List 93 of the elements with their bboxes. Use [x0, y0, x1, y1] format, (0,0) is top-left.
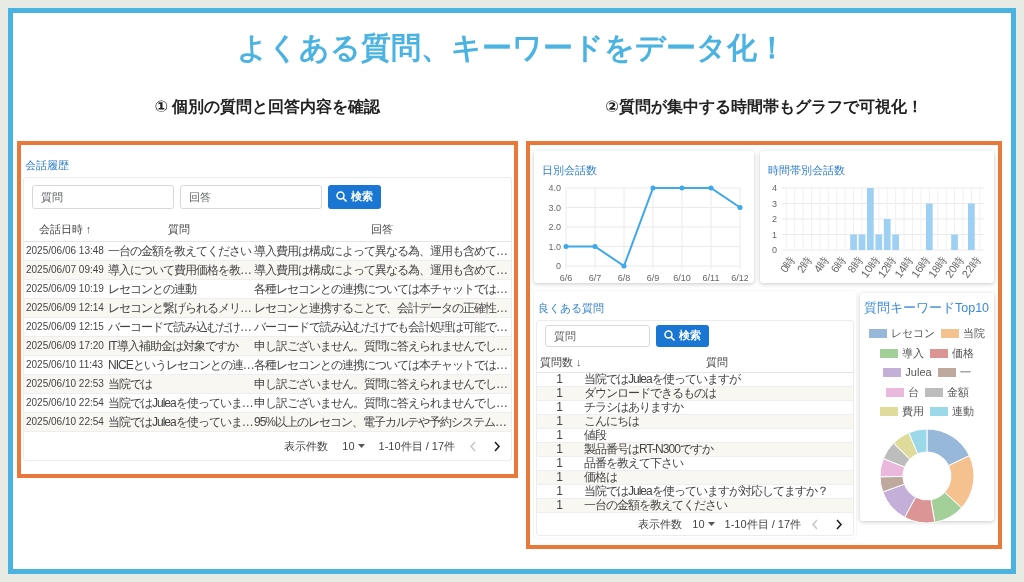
table-cell: 2025/06/10 22:54 — [24, 393, 106, 413]
legend-label: 金額 — [946, 384, 969, 400]
bar — [951, 234, 958, 250]
y-axis-label: 2 — [772, 213, 777, 224]
data-point — [592, 243, 598, 249]
search-icon — [664, 330, 675, 341]
legend-label: 当院 — [963, 326, 985, 342]
data-point — [737, 204, 743, 210]
table-cell: 1 — [537, 372, 581, 387]
table-cell: 1 — [537, 484, 581, 499]
legend-label: 導入 — [902, 345, 924, 361]
x-axis-label: 6/6 — [559, 272, 573, 283]
page-size-select[interactable]: 10 — [342, 437, 365, 455]
table-cell: 値段 — [581, 428, 853, 443]
search-button[interactable]: 検索 — [656, 324, 709, 347]
data-point — [650, 185, 656, 190]
search-field[interactable]: 質問 — [32, 184, 174, 209]
panel-title: 良くある質問 — [538, 300, 604, 316]
table-cell: レセコンとの連動 — [106, 279, 252, 299]
table-cell: 一台の金額を教えてください — [106, 241, 252, 261]
next-page-icon[interactable] — [493, 440, 501, 452]
search-button[interactable]: 検索 — [328, 184, 381, 209]
y-axis-label: 0 — [556, 260, 561, 271]
x-axis-label: 6/9 — [646, 272, 660, 283]
table-cell: バーコードで読み込むだけでも会計処理は可能で… — [252, 317, 511, 337]
legend-label: レセコン — [891, 326, 935, 342]
table-cell: 当院ではJuleaを使っていますが — [581, 372, 853, 387]
data-point — [563, 243, 569, 249]
table-cell: 導入費用は構成によって異なる為、運用も含めて… — [252, 241, 511, 261]
table-cell: 各種レセコンとの連携については本チャットでは… — [252, 355, 511, 375]
table-cell: 品番を教えて下さい — [581, 456, 853, 471]
legend-label: 台 — [907, 384, 919, 400]
legend-label: 価格 — [952, 345, 974, 361]
search-icon — [336, 191, 347, 202]
table-cell: 各種レセコンとの連携については本チャットでは… — [252, 279, 511, 299]
legend-label: 一 — [959, 365, 971, 381]
column-header[interactable]: 質問 — [581, 351, 853, 373]
y-axis-label: 2.0 — [548, 221, 561, 232]
page-title: よくある質問、キーワードをデータ化！ — [236, 30, 788, 66]
table-cell: 2025/06/09 10:19 — [24, 279, 106, 299]
data-point — [679, 185, 685, 190]
x-axis-label: 6/11 — [702, 272, 720, 283]
x-axis-label: 6/8 — [617, 272, 631, 283]
column-header[interactable]: 質問 — [106, 216, 252, 242]
page-range: 1-10件目 / 17件 — [724, 516, 801, 532]
sort-icon[interactable]: ↑ — [85, 222, 92, 235]
search-field[interactable]: 質問 — [545, 324, 650, 347]
caret-icon — [357, 444, 365, 448]
chart-title: 日別会話数 — [542, 162, 597, 178]
legend-label: Julea — [905, 365, 932, 381]
table-cell: バーコードで読み込むだけ… — [106, 317, 252, 337]
column-header[interactable]: 質問数 ↓ — [537, 351, 581, 373]
table-cell: チラシはありますか — [581, 400, 853, 415]
table-cell: 当院ではJuleaを使っていま… — [106, 393, 252, 413]
panel-title: 会話履歴 — [25, 157, 69, 173]
section-heading: ① 個別の質問と回答内容を確認 — [154, 96, 381, 116]
y-axis-label: 1 — [772, 229, 777, 239]
page-size-label: 表示件数 — [638, 516, 683, 532]
page-size-select[interactable]: 10 — [692, 515, 715, 533]
y-axis-label: 4 — [772, 182, 777, 193]
bar — [968, 203, 975, 250]
column-header[interactable]: 回答 — [252, 216, 511, 242]
section-heading: ②質問が集中する時間帯もグラフで可視化！ — [605, 96, 923, 116]
table-cell: 2025/06/06 13:48 — [24, 241, 106, 261]
x-axis-label: 6/10 — [673, 272, 691, 283]
x-axis-label: 6/7 — [588, 272, 602, 283]
x-axis-label: 6/12 — [731, 272, 748, 283]
legend-label: 連動 — [952, 404, 974, 420]
y-axis-label: 4.0 — [548, 182, 561, 193]
data-point — [708, 185, 714, 190]
chart-title: 質問キーワードTop10 — [864, 299, 990, 317]
caret-icon — [707, 522, 715, 526]
table-cell: 2025/06/10 11:43 — [24, 355, 106, 375]
sort-icon[interactable]: ↓ — [576, 355, 582, 368]
table-cell: 申し訳ございません。質問に答えられませんでし… — [252, 393, 511, 413]
bar — [925, 203, 933, 250]
legend-label: 費用 — [902, 404, 924, 420]
page-range: 1-10件目 / 17件 — [378, 438, 455, 454]
chart-title: 時間帯別会話数 — [768, 162, 845, 178]
table-cell: 当院ではJuleaを使っていますが対応してますか？ — [581, 484, 853, 499]
page-size-label: 表示件数 — [284, 438, 329, 454]
table-cell: 2025/06/09 12:15 — [24, 317, 106, 337]
search-field[interactable]: 回答 — [180, 184, 322, 209]
y-axis-label: 3.0 — [548, 202, 561, 212]
next-page-icon[interactable] — [835, 518, 843, 530]
table-cell: 1 — [537, 456, 581, 471]
y-axis-label: 0 — [772, 244, 777, 255]
table-cell: 1 — [537, 428, 581, 443]
table-cell: 1 — [537, 400, 581, 415]
y-axis-label: 1.0 — [548, 241, 561, 251]
data-point — [621, 263, 627, 268]
y-axis-label: 3 — [772, 198, 777, 208]
column-header[interactable]: 会話日時 ↑ — [24, 216, 106, 242]
